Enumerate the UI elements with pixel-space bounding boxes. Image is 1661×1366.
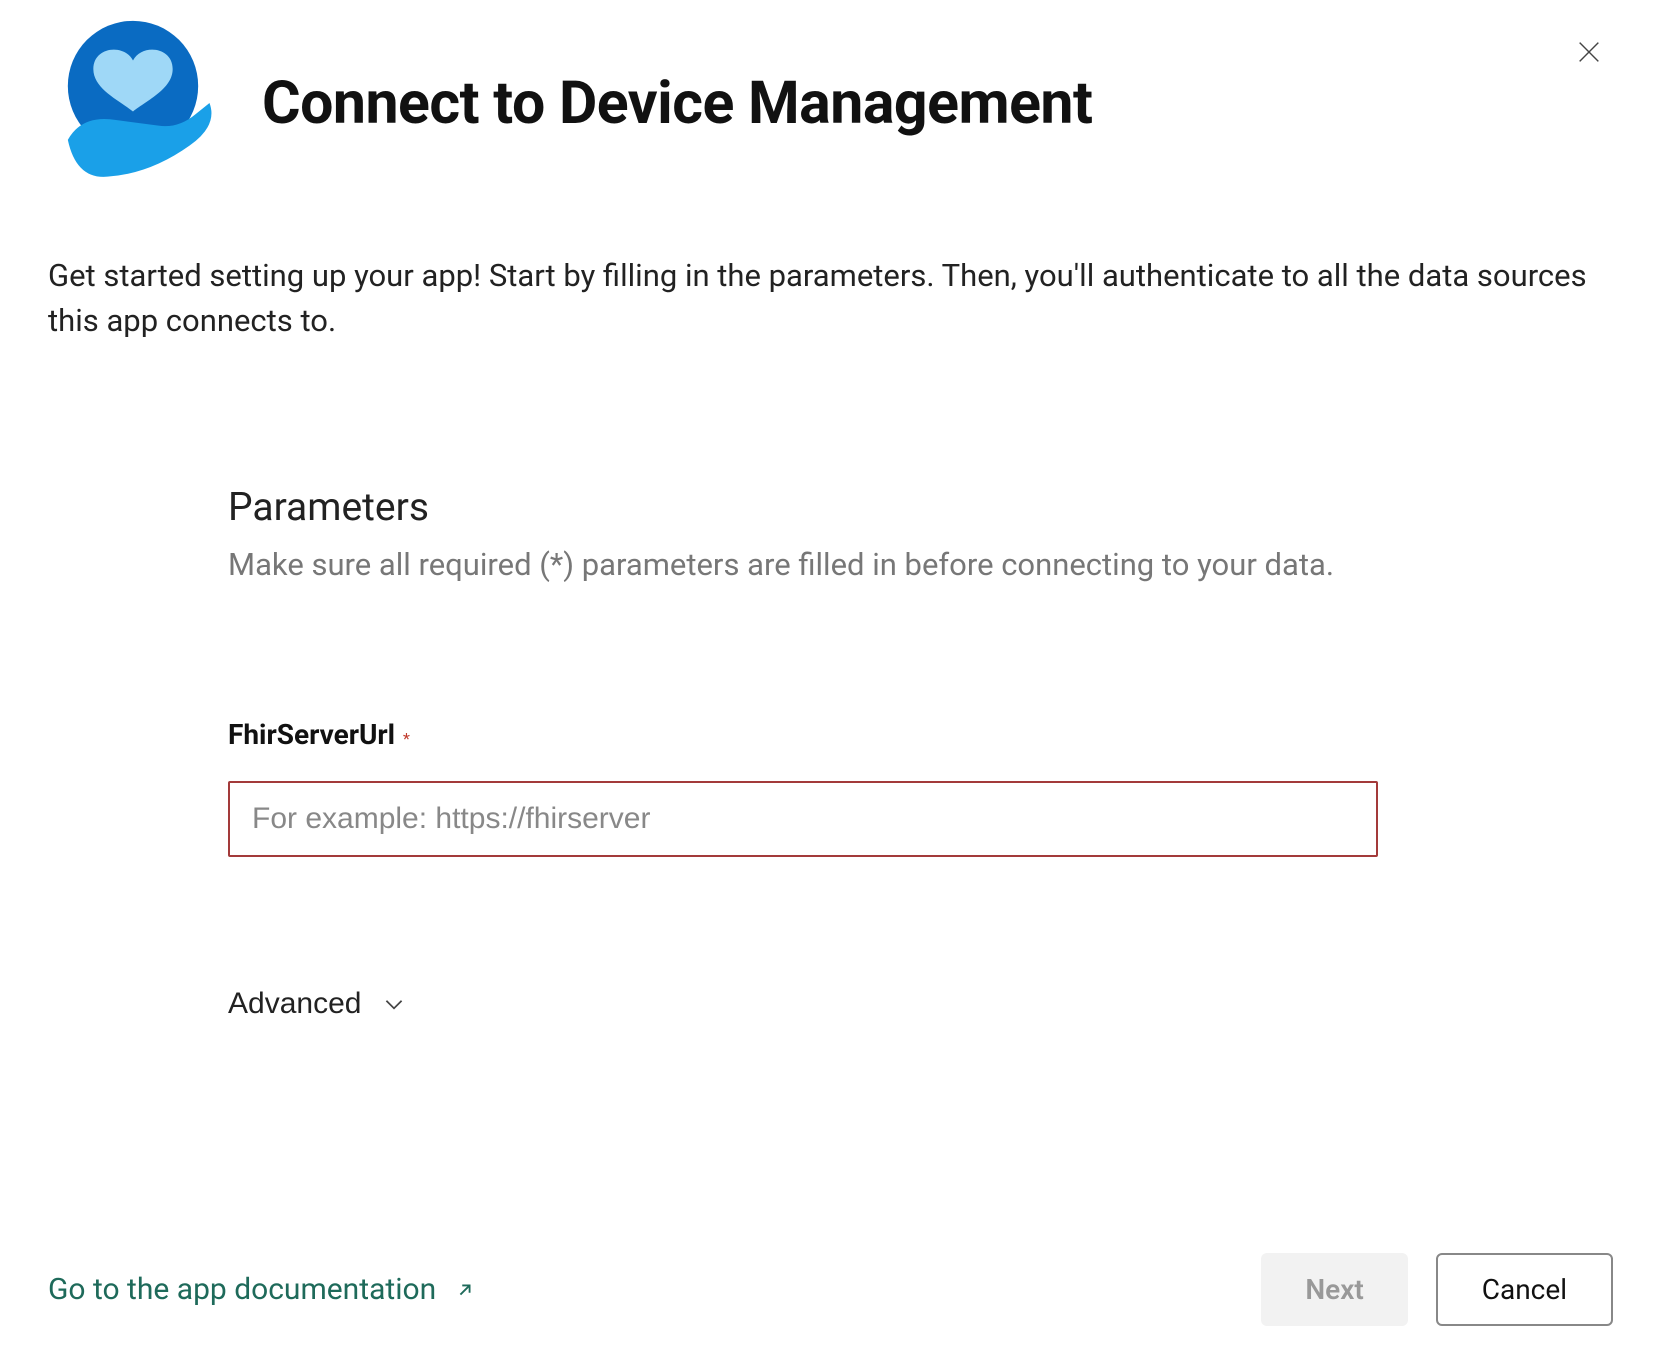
fhir-field-block: FhirServerUrl * [228,718,1368,857]
parameters-description: Make sure all required (*) parameters ar… [228,542,1368,589]
documentation-link[interactable]: Go to the app documentation [48,1272,476,1307]
connect-dialog: Connect to Device Management Get started… [0,0,1661,1366]
fhir-server-url-input[interactable] [228,781,1378,857]
fhir-field-label-wrap: FhirServerUrl * [228,729,410,748]
required-indicator: * [403,729,410,748]
app-logo [48,18,218,188]
close-icon [1575,38,1603,66]
dialog-footer: Go to the app documentation Next Cancel [48,1253,1613,1326]
cancel-button[interactable]: Cancel [1436,1253,1613,1326]
dialog-intro: Get started setting up your app! Start b… [48,254,1608,344]
documentation-link-label: Go to the app documentation [48,1272,436,1307]
advanced-toggle[interactable]: Advanced [228,987,407,1021]
fhir-field-label: FhirServerUrl [228,718,395,751]
dialog-header: Connect to Device Management [48,18,1613,188]
footer-buttons: Next Cancel [1261,1253,1613,1326]
next-button[interactable]: Next [1261,1253,1407,1326]
health-hand-heart-icon [48,18,218,188]
dialog-title: Connect to Device Management [262,69,1092,138]
chevron-down-icon [381,991,407,1017]
advanced-label: Advanced [228,987,361,1021]
parameters-heading: Parameters [228,484,1368,530]
close-button[interactable] [1565,28,1613,76]
parameters-section: Parameters Make sure all required (*) pa… [228,484,1368,1022]
external-link-icon [454,1279,476,1301]
